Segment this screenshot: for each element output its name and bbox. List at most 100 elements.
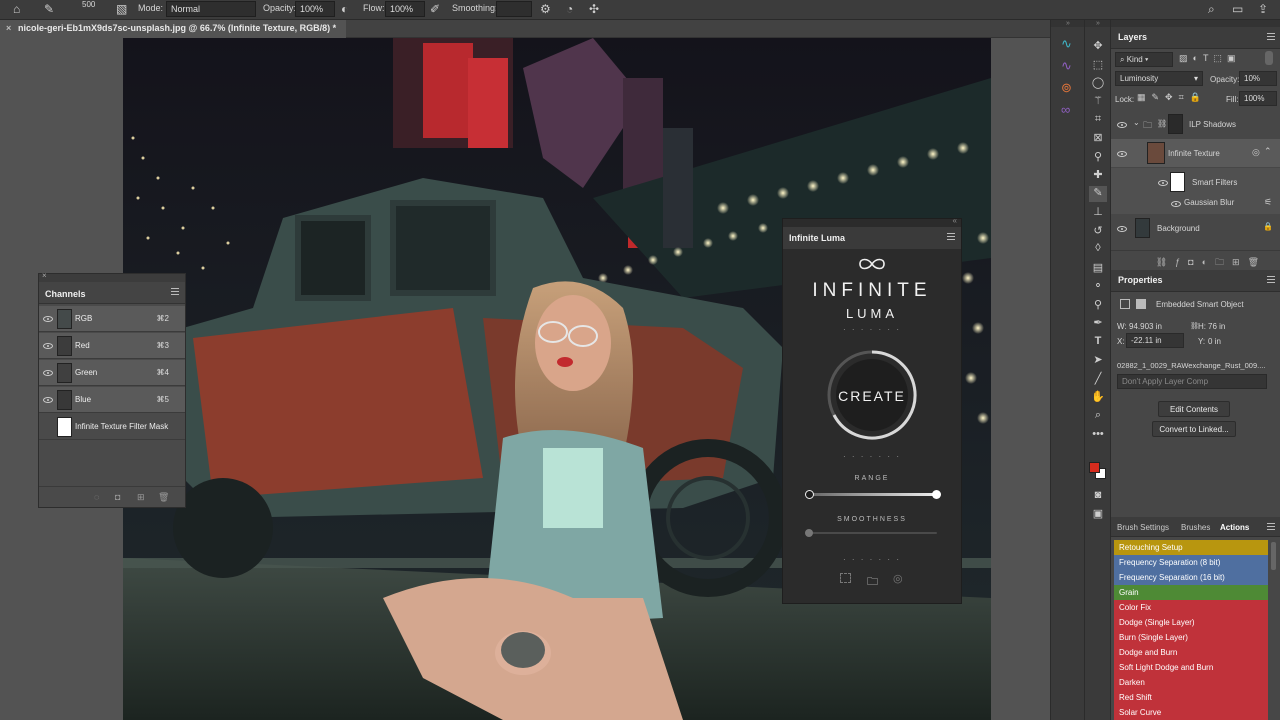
pressure-opacity-icon[interactable]: ◐ xyxy=(341,2,348,16)
layer-row-infinite-texture[interactable]: Infinite Texture ◎ ⌃ xyxy=(1111,139,1280,167)
shape-tool-icon[interactable]: ╱ xyxy=(1089,372,1107,388)
lock-icons[interactable]: ▦✎✥⌗🔒 xyxy=(1137,92,1207,103)
x-field[interactable]: -22.11 in xyxy=(1126,333,1184,348)
airbrush-icon[interactable]: ✐ xyxy=(430,2,440,16)
visibility-eye-icon[interactable] xyxy=(1117,122,1127,128)
gradient-tool-icon[interactable]: ▤ xyxy=(1089,261,1107,277)
angle-icon[interactable]: ◔ xyxy=(566,2,573,16)
range-slider[interactable] xyxy=(805,490,941,499)
action-item[interactable]: Dodge (Single Layer) xyxy=(1114,615,1268,630)
tab-brushes[interactable]: Brushes xyxy=(1181,523,1210,532)
type-tool-icon[interactable]: T xyxy=(1089,335,1107,351)
load-selection-icon[interactable]: ◌ xyxy=(94,490,99,504)
tab-brush-settings[interactable]: Brush Settings xyxy=(1117,523,1169,532)
channel-row-green[interactable]: Green ⌘4 xyxy=(39,360,185,386)
blur-tool-icon[interactable]: ⚬ xyxy=(1089,279,1107,295)
brush-preset-icon[interactable]: ∿ xyxy=(1061,58,1072,74)
edit-contents-button[interactable]: Edit Contents xyxy=(1158,401,1230,417)
lasso-tool-icon[interactable]: ◯ xyxy=(1089,76,1107,92)
panel-grip[interactable]: × xyxy=(39,271,185,282)
settings-wheel-icon[interactable]: ◎ xyxy=(893,572,903,585)
properties-title[interactable]: Properties xyxy=(1118,275,1163,285)
more-tools-icon[interactable]: ••• xyxy=(1089,428,1107,444)
workspace-icon[interactable]: ▭ xyxy=(1232,2,1243,16)
infinite-icon[interactable]: ∞ xyxy=(1061,102,1070,117)
layer-row-background[interactable]: Background 🔒 xyxy=(1111,214,1280,242)
layer-comp-select[interactable]: Don't Apply Layer Comp xyxy=(1117,374,1267,389)
panel-menu-icon[interactable] xyxy=(947,233,955,240)
action-item[interactable]: Solar Curve xyxy=(1114,705,1268,720)
tab-actions[interactable]: Actions xyxy=(1220,523,1249,532)
action-item[interactable]: Retouching Setup xyxy=(1114,540,1268,555)
y-value[interactable]: 0 in xyxy=(1208,337,1221,346)
dodge-tool-icon[interactable]: ⚲ xyxy=(1089,298,1107,314)
flow-field[interactable]: 100% xyxy=(385,1,425,17)
new-channel-icon[interactable]: ⊞ xyxy=(137,490,145,504)
color-range-icon[interactable]: ⊚ xyxy=(1061,80,1072,96)
filter-toggle[interactable] xyxy=(1265,51,1273,65)
action-item[interactable]: Burn (Single Layer) xyxy=(1114,630,1268,645)
width-value[interactable]: 94.903 in xyxy=(1129,322,1162,331)
smoothness-handle[interactable] xyxy=(805,529,813,537)
quick-select-tool-icon[interactable]: ⚚ xyxy=(1089,94,1107,110)
layer-filter-select[interactable]: ⌕ Kind ▾ xyxy=(1115,52,1173,67)
channel-row-red[interactable]: Red ⌘3 xyxy=(39,333,185,359)
layer-row-ilp-shadows[interactable]: ⌄ 🗀 ⛓ ILP Shadows xyxy=(1111,110,1280,138)
share-icon[interactable]: ⇪ xyxy=(1258,2,1268,16)
layer-actions-icons[interactable]: ⛓ƒ◘◐🗀⊞🗑 xyxy=(1111,255,1280,271)
document-tab[interactable]: × nicole-geri-Eb1mX9ds7sc-unsplash.jpg @… xyxy=(0,20,347,38)
smoothing-field[interactable] xyxy=(496,1,532,17)
visibility-eye-icon[interactable] xyxy=(43,370,53,376)
history-brush-tool-icon[interactable]: ↺ xyxy=(1089,224,1107,240)
channel-row-rgb[interactable]: RGB ⌘2 xyxy=(39,306,185,332)
brush-tool-icon[interactable]: ✎ xyxy=(1089,186,1107,202)
close-panel-icon[interactable]: × xyxy=(42,271,47,280)
smart-filters-row[interactable]: Smart Filters xyxy=(1111,168,1280,196)
quick-mask-icon[interactable]: ◙ xyxy=(1089,489,1107,505)
path-select-tool-icon[interactable]: ➤ xyxy=(1089,353,1107,369)
filter-options-icon[interactable]: ⚟ xyxy=(1264,197,1272,208)
frame-tool-icon[interactable]: ⊠ xyxy=(1089,131,1107,147)
marquee-tool-icon[interactable]: ⬚ xyxy=(1089,58,1107,74)
visibility-eye-icon[interactable] xyxy=(43,343,53,349)
brush-tool-icon[interactable]: ✎ xyxy=(44,2,54,16)
action-item[interactable]: Darken xyxy=(1114,675,1268,690)
channels-title[interactable]: Channels xyxy=(45,289,86,299)
chevron-up-icon[interactable]: ⌃ xyxy=(1264,146,1272,157)
brush-size-label[interactable]: 500 xyxy=(82,0,95,9)
screen-mode-icon[interactable]: ▣ xyxy=(1089,507,1107,523)
smart-filter-icon[interactable]: ◎ xyxy=(1252,147,1260,158)
eraser-tool-icon[interactable]: ◊ xyxy=(1089,242,1107,258)
chevron-down-icon[interactable]: ⌄ xyxy=(1133,118,1140,127)
range-min-handle[interactable] xyxy=(805,490,814,499)
visibility-eye-icon[interactable] xyxy=(43,316,53,322)
gear-icon[interactable]: ⚙ xyxy=(540,2,551,16)
mask-properties-icon[interactable] xyxy=(1136,299,1146,309)
actions-scrollbar[interactable] xyxy=(1271,542,1276,570)
trash-icon[interactable]: 🗑 xyxy=(158,490,169,504)
pen-tool-icon[interactable]: ✒ xyxy=(1089,316,1107,332)
channel-row-blue[interactable]: Blue ⌘5 xyxy=(39,387,185,413)
opacity-field[interactable]: 100% xyxy=(295,1,335,17)
action-item[interactable]: Frequency Separation (8 bit) xyxy=(1114,555,1268,570)
collapse-icon[interactable]: « xyxy=(953,216,957,225)
layers-title[interactable]: Layers xyxy=(1118,32,1147,42)
zoom-tool-icon[interactable]: ⌕ xyxy=(1089,409,1107,425)
healing-tool-icon[interactable]: ✚ xyxy=(1089,168,1107,184)
eyedropper-tool-icon[interactable]: ⚲ xyxy=(1089,150,1107,166)
folder-icon[interactable]: 🗀 xyxy=(867,573,878,592)
visibility-eye-icon[interactable] xyxy=(1117,226,1127,232)
dock-grip[interactable] xyxy=(1111,20,1280,27)
height-value[interactable]: 76 in xyxy=(1208,322,1225,331)
create-button-label[interactable]: CREATE xyxy=(826,388,918,404)
hand-tool-icon[interactable]: ✋ xyxy=(1089,390,1107,406)
fill-field[interactable]: 100% xyxy=(1239,91,1277,106)
panel-menu-icon[interactable] xyxy=(1267,276,1275,283)
visibility-eye-icon[interactable] xyxy=(43,397,53,403)
luma-title[interactable]: Infinite Luma xyxy=(789,233,845,243)
symmetry-icon[interactable]: ✣ xyxy=(589,2,599,16)
curve-icon[interactable]: ∿ xyxy=(1061,36,1072,52)
save-selection-icon[interactable]: ◘ xyxy=(115,490,120,504)
channel-row-mask[interactable]: Infinite Texture Filter Mask xyxy=(39,414,185,440)
smoothness-slider[interactable] xyxy=(805,529,937,537)
